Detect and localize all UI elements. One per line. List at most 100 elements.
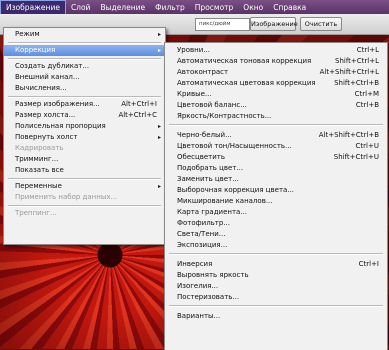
menu-item[interactable]: Автоконтраст Alt+Shift+Ctrl+L: [165, 67, 387, 78]
menu-separator: [8, 96, 161, 98]
menu-item-label: Обесцветить: [177, 153, 226, 161]
menu-item-shortcut: Alt+Shift+Ctrl+L: [319, 68, 379, 76]
menu-item-label: Автоматическая цветовая коррекция: [177, 79, 316, 87]
menu-item-label: Тримминг...: [15, 155, 59, 163]
resolution-unit-dropdown[interactable]: пикс/дюйм: [195, 18, 250, 31]
submenu-arrow-icon: ▸: [157, 123, 161, 130]
menu-item-label: Карта градиента...: [177, 208, 248, 216]
menu-separator: [8, 42, 161, 44]
menu-item[interactable]: Применить набор данных...: [4, 192, 165, 203]
menu-item-shortcut: Ctrl+L: [356, 46, 379, 54]
menu-item-label: Уровни...: [177, 46, 210, 54]
menu-item[interactable]: Подобрать цвет...: [165, 163, 387, 174]
menu-item-label: Цветовой баланс...: [177, 101, 247, 109]
menu-item-label: Постеризовать...: [177, 293, 240, 301]
menu-item-label: Заменить цвет...: [177, 175, 239, 183]
menu-item[interactable]: Изогелия...: [165, 281, 387, 292]
menu-item[interactable]: Внешний канал...: [4, 72, 165, 83]
menu-item[interactable]: Повернуть холст ▸: [4, 132, 165, 143]
menu-item[interactable]: Коррекция ▸: [4, 45, 165, 56]
menubar-item[interactable]: Выделение: [95, 1, 150, 14]
menu-item-label: Автоконтраст: [177, 68, 229, 76]
menu-separator: [8, 58, 161, 60]
menu-item-label: Яркость/Контрастность...: [177, 112, 272, 120]
menubar-item[interactable]: Фильтр: [150, 1, 190, 14]
menu-item[interactable]: Треппинг...: [4, 208, 165, 219]
menu-item-shortcut: Alt+Ctrl+C: [118, 111, 157, 119]
menu-item-shortcut: Ctrl+B: [355, 101, 379, 109]
menu-item[interactable]: Вычисления...: [4, 83, 165, 94]
menu-item-label: Создать дубликат...: [15, 62, 90, 70]
menu-item[interactable]: Постеризовать...: [165, 292, 387, 303]
menu-item-label: Применить набор данных...: [15, 193, 118, 201]
menu-item[interactable]: Варианты...: [165, 311, 387, 322]
menu-item[interactable]: Экспозиция...: [165, 240, 387, 251]
menubar-item[interactable]: Просмотр: [190, 1, 239, 14]
menu-item[interactable]: Кривые... Ctrl+M: [165, 89, 387, 100]
menu-item-label: Повернуть холст: [15, 133, 78, 141]
menu-item-shortcut: Alt+Shift+Ctrl+B: [318, 131, 379, 139]
menu-item-shortcut: Alt+Ctrl+I: [121, 100, 157, 108]
menu-item[interactable]: Уровни... Ctrl+L: [165, 45, 387, 56]
menu-item[interactable]: Света/Тени...: [165, 229, 387, 240]
menu-item-label: Выровнять яркость: [177, 271, 249, 279]
menu-item[interactable]: Инверсия Ctrl+I: [165, 259, 387, 270]
menu-item[interactable]: Выборочная коррекция цвета...: [165, 185, 387, 196]
menu-separator: [169, 253, 383, 255]
menu-item[interactable]: Режим ▸: [4, 29, 165, 40]
menu-item-label: Размер холста...: [15, 111, 76, 119]
image-menu: Режим ▸ Коррекция ▸ Создать дубликат... Внешн…: [3, 27, 166, 245]
menu-item-label: Кадрировать: [15, 144, 64, 152]
menu-item-shortcut: Ctrl+M: [354, 90, 379, 98]
menu-item-label: Коррекция: [15, 46, 56, 54]
menu-item-label: Экспозиция...: [177, 241, 228, 249]
menu-item[interactable]: Автоматическая цветовая коррекция Shift+C…: [165, 78, 387, 89]
menu-item-shortcut: Shift+Ctrl+U: [333, 153, 379, 161]
menu-item-shortcut: Ctrl+U: [355, 142, 379, 150]
menubar-item[interactable]: Слой: [66, 1, 96, 14]
menu-item[interactable]: Автоматическая тоновая коррекция Shift+Ct…: [165, 56, 387, 67]
menu-separator: [169, 124, 383, 126]
submenu-arrow-icon: ▸: [157, 47, 161, 54]
menu-item[interactable]: Микширование каналов...: [165, 196, 387, 207]
menu-item-shortcut: Shift+Ctrl+B: [334, 79, 379, 87]
menu-item[interactable]: Переменные ▸: [4, 181, 165, 192]
menu-item[interactable]: Цветовой тон/Насыщенность... Ctrl+U: [165, 141, 387, 152]
menu-item-label: Переменные: [15, 182, 62, 190]
menu-item-label: Автоматическая тоновая коррекция: [177, 57, 312, 65]
menu-item[interactable]: Черно-белый... Alt+Shift+Ctrl+B: [165, 130, 387, 141]
menu-item[interactable]: Фотофильтр...: [165, 218, 387, 229]
clear-button[interactable]: Очистить: [300, 17, 342, 31]
menu-item[interactable]: Яркость/Контрастность...: [165, 111, 387, 122]
menu-item-label: Внешний канал...: [15, 73, 80, 81]
menu-item[interactable]: Выровнять яркость: [165, 270, 387, 281]
menu-item-label: Полисельная пропорция: [15, 122, 106, 130]
menu-item[interactable]: Заменить цвет...: [165, 174, 387, 185]
menu-item[interactable]: Показать все: [4, 165, 165, 176]
menu-item-label: Черно-белый...: [177, 131, 232, 139]
menubar-item[interactable]: Окно: [238, 1, 268, 14]
menu-item[interactable]: Полисельная пропорция ▸: [4, 121, 165, 132]
menu-item-label: Показать все: [15, 166, 64, 174]
menu-item[interactable]: Тримминг...: [4, 154, 165, 165]
adjustments-submenu: Уровни... Ctrl+L Автоматическая тоновая ко…: [164, 42, 388, 350]
menu-item-shortcut: Ctrl+I: [358, 260, 379, 268]
menu-item[interactable]: Карта градиента...: [165, 207, 387, 218]
menu-item[interactable]: Размер холста... Alt+Ctrl+C: [4, 110, 165, 121]
menu-item-label: Изогелия...: [177, 282, 219, 290]
menu-item[interactable]: Создать дубликат...: [4, 61, 165, 72]
submenu-arrow-icon: ▸: [157, 134, 161, 141]
menu-item-label: Режим: [15, 30, 40, 38]
menubar-item[interactable]: Изображение: [0, 0, 66, 15]
image-button[interactable]: Изображение: [250, 17, 298, 31]
menu-item-label: Фотофильтр...: [177, 219, 230, 227]
submenu-arrow-icon: ▸: [157, 31, 161, 38]
menu-item[interactable]: Цветовой баланс... Ctrl+B: [165, 100, 387, 111]
menu-item[interactable]: Обесцветить Shift+Ctrl+U: [165, 152, 387, 163]
menu-separator: [8, 178, 161, 180]
menubar-item[interactable]: Справка: [268, 1, 311, 14]
menu-item[interactable]: Размер изображения... Alt+Ctrl+I: [4, 99, 165, 110]
menu-item-label: Размер изображения...: [15, 100, 100, 108]
menu-item[interactable]: Кадрировать: [4, 143, 165, 154]
menu-item-label: Микширование каналов...: [177, 197, 273, 205]
